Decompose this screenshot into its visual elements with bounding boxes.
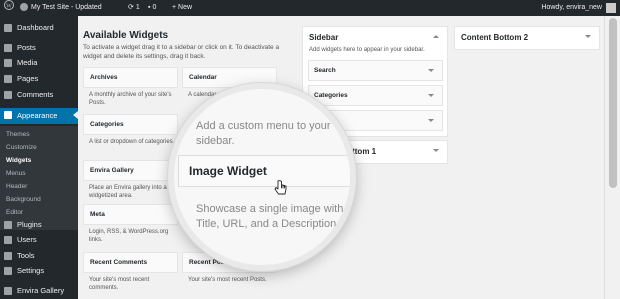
tools-icon <box>4 252 12 260</box>
menu-label: Posts <box>17 43 36 52</box>
menu-label: Plugins <box>17 220 42 229</box>
menu-label: Pages <box>17 74 39 83</box>
menu-label: Comments <box>17 90 54 99</box>
submenu-background[interactable]: Background <box>0 193 78 206</box>
updates-icon: ⟳ <box>128 4 134 11</box>
sidebar-widget-search[interactable]: Search <box>308 60 443 81</box>
svg-text:W: W <box>6 4 12 10</box>
image-widget[interactable]: Image Widget <box>178 155 350 187</box>
available-widgets-description: To activate a widget drag it to a sideba… <box>83 44 280 60</box>
submenu-themes[interactable]: Themes <box>0 128 78 141</box>
comments-icon: ▪ <box>148 4 151 11</box>
envira-icon <box>4 287 12 295</box>
submenu-menus[interactable]: Menus <box>0 167 78 180</box>
howdy-text: Howdy, envira_new <box>541 4 602 11</box>
widget-description: Your site's most recent Posts. <box>188 277 267 283</box>
magnified-text-line: sidebar. <box>196 135 235 147</box>
page-scrollbar[interactable] <box>604 16 620 299</box>
submenu-header[interactable]: Header <box>0 180 78 193</box>
plugins-icon <box>4 221 12 229</box>
menu-comments[interactable]: Comments <box>0 88 78 102</box>
widget-envira-gallery[interactable]: Envira Gallery <box>83 160 178 181</box>
comments-link[interactable]: ▪ 0 <box>148 0 156 16</box>
hand-cursor-icon <box>274 180 287 195</box>
widget-categories[interactable]: Categories <box>83 114 178 135</box>
menu-envira-gallery[interactable]: Envira Gallery <box>0 284 78 298</box>
chevron-down-icon[interactable] <box>428 94 434 97</box>
sidebar-area-description: Add widgets here to appear in your sideb… <box>309 47 425 53</box>
content-bottom-2-title: Content Bottom 2 <box>461 33 529 42</box>
widget-recent-comments[interactable]: Recent Comments <box>83 252 178 273</box>
pin-icon <box>4 44 12 52</box>
pages-icon <box>4 75 12 83</box>
menu-label: Settings <box>17 266 45 275</box>
comments-count: 0 <box>152 4 157 11</box>
site-name: My Test Site - Updated <box>31 4 102 11</box>
magnified-text-line: Showcase a single image with a <box>196 203 353 215</box>
menu-posts[interactable]: Posts <box>0 41 78 55</box>
chevron-up-icon[interactable] <box>433 35 439 38</box>
new-content-link[interactable]: + New <box>172 0 192 16</box>
menu-users[interactable]: Users <box>0 233 78 247</box>
menu-label: Media <box>17 58 38 67</box>
magnified-text-line: Add a custom menu to your <box>196 120 331 132</box>
widget-description: Place an Envira gallery into a widgetize… <box>89 185 167 199</box>
new-label: + New <box>172 4 193 11</box>
widget-description: A list or dropdown of categories. <box>89 139 175 145</box>
content-bottom-2-area[interactable]: Content Bottom 2 <box>454 26 600 50</box>
chevron-down-icon[interactable] <box>433 149 439 152</box>
my-account-link[interactable]: Howdy, envira_new <box>541 0 602 16</box>
magnified-text-line: Title, URL, and a Description <box>196 218 337 230</box>
menu-tools[interactable]: Tools <box>0 249 78 263</box>
sidebar-area-title: Sidebar <box>309 33 339 42</box>
media-icon <box>4 59 12 67</box>
menu-label: Dashboard <box>17 23 54 32</box>
scrollbar-thumb[interactable] <box>609 18 617 188</box>
menu-dashboard[interactable]: Dashboard <box>0 21 78 35</box>
avatar[interactable] <box>606 3 616 13</box>
wordpress-logo-icon[interactable]: W <box>4 0 14 16</box>
magnifier-lens: Add a custom menu to your sidebar. Image… <box>168 83 356 271</box>
updates-count: 1 <box>135 4 140 11</box>
menu-label: Envira Gallery <box>17 286 65 295</box>
home-icon <box>20 3 28 12</box>
updates-link[interactable]: ⟳ 1 <box>128 0 140 16</box>
menu-label: Users <box>17 235 37 244</box>
widget-description: Login, RSS, & WordPress.org links. <box>89 229 169 243</box>
users-icon <box>4 236 12 244</box>
widget-label: Categories <box>314 92 348 99</box>
sidebar-widget-categories[interactable]: Categories <box>308 85 443 106</box>
submenu-widgets[interactable]: Widgets <box>0 154 78 167</box>
submenu-customize[interactable]: Customize <box>0 141 78 154</box>
available-widgets-title: Available Widgets <box>83 30 169 41</box>
admin-bar: W My Test Site - Updated ⟳ 1 ▪ 0 + New H… <box>0 0 620 16</box>
chevron-down-icon[interactable] <box>428 119 434 122</box>
comments-icon <box>4 91 12 99</box>
widget-archives[interactable]: Archives <box>83 67 178 88</box>
menu-plugins[interactable]: Plugins <box>0 218 78 232</box>
magnified-description-bottom: Showcase a single image with a Title, UR… <box>196 202 353 232</box>
menu-label: Appearance <box>17 111 58 120</box>
menu-appearance[interactable]: Appearance <box>0 108 78 124</box>
magnified-description-top: Add a custom menu to your sidebar. <box>196 119 331 149</box>
widget-description: A monthly archive of your site's Posts. <box>89 92 172 106</box>
settings-icon <box>4 267 12 275</box>
chevron-down-icon[interactable] <box>428 69 434 72</box>
menu-media[interactable]: Media <box>0 56 78 70</box>
menu-settings[interactable]: Settings <box>0 264 78 278</box>
widget-label: Search <box>314 67 336 74</box>
widget-description: Your site's most recent comments. <box>89 277 150 291</box>
chevron-down-icon[interactable] <box>585 35 591 38</box>
widget-meta[interactable]: Meta <box>83 204 178 225</box>
admin-menu: Dashboard Posts Media Pages Comments App… <box>0 16 78 299</box>
menu-pages[interactable]: Pages <box>0 72 78 86</box>
brush-icon <box>4 111 12 119</box>
dashboard-icon <box>4 24 12 32</box>
appearance-submenu: Themes Customize Widgets Menus Header Ba… <box>0 126 78 230</box>
menu-label: Tools <box>17 251 35 260</box>
site-name-link[interactable]: My Test Site - Updated <box>20 0 102 16</box>
